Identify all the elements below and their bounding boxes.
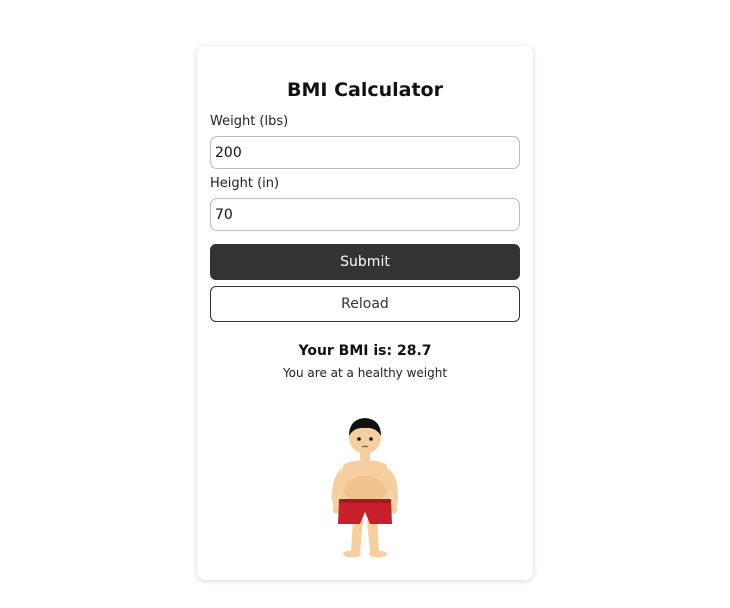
weight-status: You are at a healthy weight	[282, 366, 448, 380]
weight-label: Weight (lbs)	[210, 114, 289, 129]
weight-input[interactable]	[210, 136, 520, 169]
bmi-result: Your BMI is: 28.7	[298, 343, 432, 359]
page-title: BMI Calculator	[287, 79, 443, 101]
submit-button[interactable]: Submit	[210, 244, 520, 280]
reload-button[interactable]: Reload	[210, 286, 520, 322]
height-input[interactable]	[210, 198, 520, 231]
bmi-card: BMI Calculator Weight (lbs) Height (in) …	[197, 46, 533, 580]
height-label: Height (in)	[210, 176, 280, 191]
person-figure-icon	[332, 418, 398, 558]
figure-container	[197, 410, 533, 560]
